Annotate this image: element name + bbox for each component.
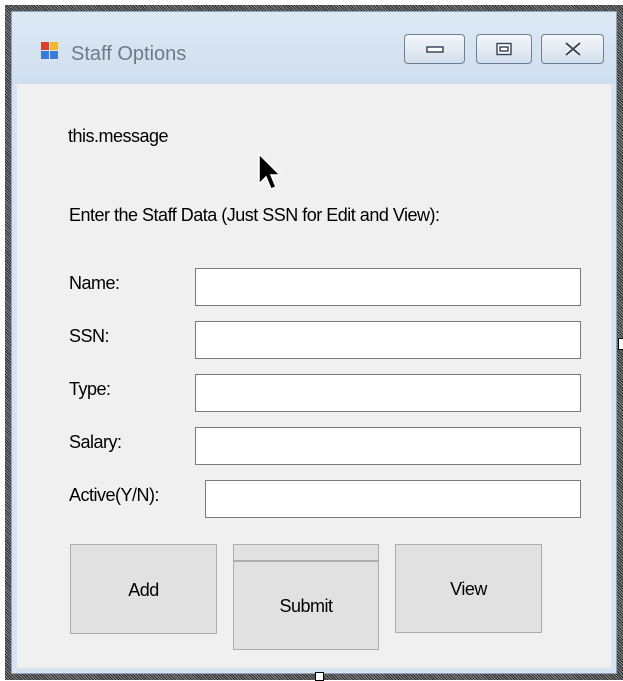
- submit-button-label: Submit: [279, 596, 333, 616]
- active-input[interactable]: [205, 480, 581, 518]
- app-window-icon: [41, 42, 59, 60]
- submit-button[interactable]: Submit: [233, 561, 379, 650]
- add-button[interactable]: Add: [70, 544, 217, 634]
- instruction-label: Enter the Staff Data (Just SSN for Edit …: [69, 205, 440, 225]
- window-title: Staff Options: [71, 43, 187, 65]
- close-icon: [564, 42, 581, 56]
- salary-input[interactable]: [195, 427, 581, 465]
- type-label: Type:: [69, 379, 111, 399]
- ssn-label: SSN:: [69, 326, 110, 346]
- maximize-button[interactable]: [476, 34, 532, 64]
- ssn-input[interactable]: [195, 321, 581, 359]
- minimize-icon: [425, 46, 444, 53]
- view-button-label: View: [450, 579, 487, 599]
- designer-selection-border-bottom: [5, 674, 623, 680]
- close-button[interactable]: [541, 34, 604, 64]
- resize-grip-right[interactable]: [618, 338, 623, 350]
- add-button-label: Add: [128, 580, 159, 600]
- message-label: this.message: [68, 126, 169, 146]
- salary-label: Salary:: [69, 432, 122, 452]
- active-label: Active(Y/N):: [69, 485, 160, 505]
- minimize-button[interactable]: [404, 34, 465, 64]
- name-input[interactable]: [195, 268, 581, 306]
- title-bar[interactable]: Staff Options: [12, 12, 616, 84]
- form-client-area: this.message Enter the Staff Data (Just …: [17, 84, 611, 668]
- type-input[interactable]: [195, 374, 581, 412]
- name-label: Name:: [69, 273, 120, 293]
- staff-options-window: Staff Options this.message Enter the Sta…: [11, 11, 617, 674]
- hidden-button-strip[interactable]: [233, 544, 379, 561]
- mouse-cursor-icon: [258, 152, 282, 190]
- maximize-icon: [496, 42, 512, 56]
- view-button[interactable]: View: [395, 544, 542, 633]
